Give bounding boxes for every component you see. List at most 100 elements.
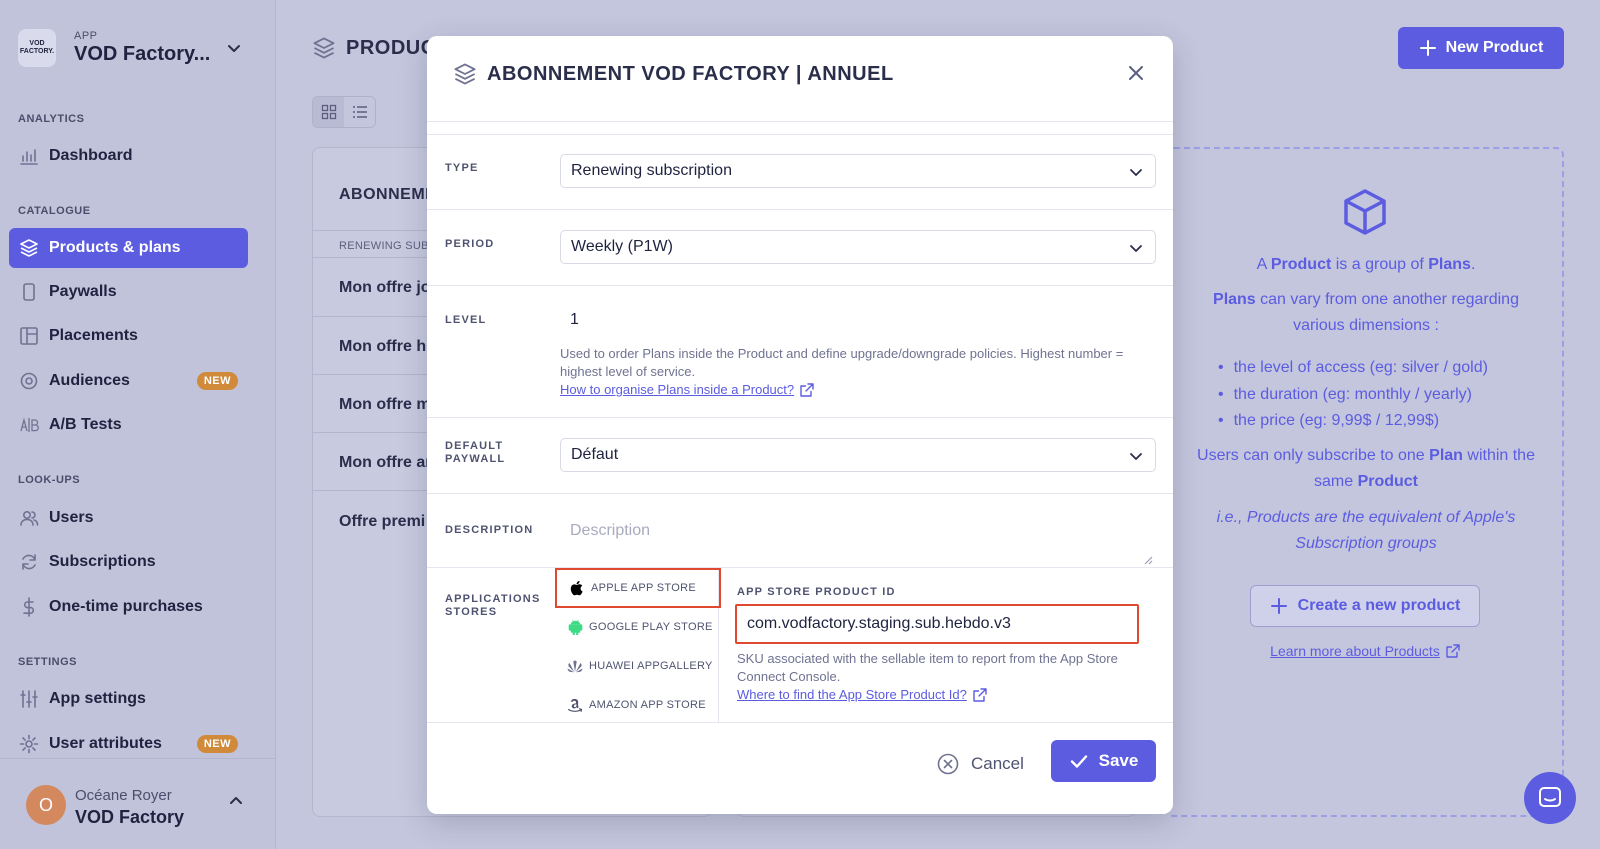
android-icon — [567, 619, 583, 635]
store-product-id-help: SKU associated with the sellable item to… — [737, 650, 1137, 704]
new-product-label: New Product — [1445, 39, 1544, 56]
sidebar-item-subscriptions[interactable]: Subscriptions — [9, 542, 248, 582]
app-name: VOD Factory... — [74, 43, 211, 65]
level-label: LEVEL — [445, 314, 487, 326]
store-tab-apple[interactable]: APPLE APP STORE — [555, 568, 721, 608]
new-badge: NEW — [196, 735, 238, 753]
external-link-icon — [973, 688, 987, 702]
info-bullets: the level of access (eg: silver / gold) … — [1218, 355, 1488, 435]
sidebar-item-audiences[interactable]: Audiences NEW — [9, 361, 248, 401]
sidebar-item-paywalls[interactable]: Paywalls — [9, 272, 248, 312]
sidebar-item-placements[interactable]: Placements — [9, 316, 248, 356]
store-help-link-label: Where to find the App Store Product Id? — [737, 687, 967, 702]
paywall-select[interactable]: Défaut — [560, 438, 1156, 472]
field-period: PERIOD Weekly (P1W) — [427, 210, 1173, 286]
plus-icon — [1270, 597, 1288, 615]
plus-icon — [1419, 39, 1437, 57]
sliders-icon — [18, 688, 40, 710]
new-product-button[interactable]: New Product — [1398, 27, 1564, 69]
store-tab-google[interactable]: GOOGLE PLAY STORE — [555, 607, 721, 647]
chat-launcher[interactable] — [1524, 772, 1576, 824]
description-textarea[interactable]: Description — [560, 504, 1156, 548]
dollar-icon — [18, 596, 40, 618]
plan-row[interactable]: Mon offre h — [339, 338, 426, 356]
view-toggle — [312, 96, 376, 128]
close-icon[interactable] — [1127, 64, 1145, 82]
chart-icon — [18, 145, 40, 167]
stores-label-line1: APPLICATIONS — [445, 593, 541, 605]
plan-row[interactable]: Offre premi — [339, 513, 425, 531]
user-name: Océane Royer — [75, 787, 172, 804]
info-text: is a group of — [1331, 256, 1429, 273]
huawei-icon — [567, 658, 583, 674]
sidebar-item-label: Placements — [49, 327, 138, 344]
chevron-down-icon — [1129, 241, 1143, 255]
grid-view-icon[interactable] — [313, 97, 344, 127]
app-switcher[interactable]: VOD FACTORY. APP VOD Factory... — [18, 24, 252, 72]
sidebar-item-ab-tests[interactable]: A/B Tests — [9, 405, 248, 445]
level-input[interactable]: 1 — [570, 311, 579, 329]
amazon-icon — [567, 697, 583, 713]
sidebar-item-dashboard[interactable]: Dashboard — [9, 136, 248, 176]
list-view-icon[interactable] — [344, 97, 375, 127]
sidebar-item-app-settings[interactable]: App settings — [9, 679, 248, 719]
layers-icon — [453, 62, 477, 86]
paywall-select-value: Défaut — [571, 446, 619, 463]
external-link-icon — [1446, 644, 1460, 658]
store-tab-huawei[interactable]: HUAWEI APPGALLERY — [555, 646, 721, 686]
store-tab-label: APPLE APP STORE — [591, 582, 696, 594]
ab-test-icon — [18, 414, 40, 436]
info-bullet: the duration (eg: monthly / yearly) — [1218, 382, 1488, 409]
user-org: VOD Factory — [75, 807, 185, 827]
plan-row[interactable]: Mon offre m — [339, 396, 431, 414]
user-menu[interactable]: O Océane Royer VOD Factory — [0, 758, 276, 849]
sidebar-item-label: One-time purchases — [49, 598, 203, 615]
sidebar-item-products[interactable]: Products & plans — [9, 228, 248, 268]
sidebar-item-one-time-purchases[interactable]: One-time purchases — [9, 587, 248, 627]
page-title-text: PRODUC — [346, 36, 436, 59]
stores-label-line2: STORES — [445, 606, 498, 618]
modal-title: ABONNEMENT VOD FACTORY | ANNUEL — [453, 62, 894, 86]
period-select[interactable]: Weekly (P1W) — [560, 230, 1156, 264]
field-description: DESCRIPTION Description — [427, 494, 1173, 568]
product-info-panel: A Product is a group of Plans. Plans can… — [1166, 147, 1564, 817]
chevron-down-icon[interactable] — [226, 40, 242, 56]
info-line-1: A Product is a group of Plans. — [1188, 252, 1544, 278]
store-tab-amazon[interactable]: AMAZON APP STORE — [555, 685, 721, 725]
sidebar-item-label: Audiences — [49, 372, 130, 389]
chat-icon — [1537, 785, 1563, 811]
product-card-title: ABONNEME — [339, 186, 437, 203]
target-icon — [18, 370, 40, 392]
edit-plan-modal: ABONNEMENT VOD FACTORY | ANNUEL TYPE Ren… — [427, 36, 1173, 814]
store-product-id-input[interactable]: com.vodfactory.staging.sub.hebdo.v3 — [735, 604, 1139, 644]
layers-icon — [312, 36, 336, 60]
type-select-value: Renewing subscription — [571, 162, 732, 179]
field-default-paywall: DEFAULT PAYWALL Défaut — [427, 418, 1173, 494]
avatar: O — [26, 785, 66, 825]
plan-row[interactable]: Mon offre jo — [339, 279, 431, 297]
learn-more-link[interactable]: Learn more about Products — [1168, 643, 1562, 659]
sidebar-item-label: A/B Tests — [49, 416, 122, 433]
level-help: Used to order Plans inside the Product a… — [560, 345, 1156, 399]
type-select[interactable]: Renewing subscription — [560, 154, 1156, 188]
create-product-button[interactable]: Create a new product — [1250, 585, 1480, 627]
period-label: PERIOD — [445, 238, 495, 250]
info-text-strong: Plans — [1213, 291, 1256, 308]
field-level: LEVEL 1 Used to order Plans inside the P… — [427, 286, 1173, 418]
section-analytics: ANALYTICS — [18, 113, 85, 125]
level-help-link[interactable]: How to organise Plans inside a Product? — [560, 381, 814, 399]
resize-grip-icon[interactable] — [1143, 555, 1153, 565]
chevron-up-icon[interactable] — [228, 793, 244, 809]
sidebar-item-users[interactable]: Users — [9, 498, 248, 538]
apple-icon — [569, 580, 585, 596]
phone-icon — [18, 281, 40, 303]
chevron-down-icon — [1129, 165, 1143, 179]
save-label: Save — [1098, 751, 1139, 770]
cancel-button[interactable]: Cancel — [937, 743, 1024, 785]
section-catalogue: CATALOGUE — [18, 205, 91, 217]
store-help-link[interactable]: Where to find the App Store Product Id? — [737, 686, 987, 704]
plan-row[interactable]: Mon offre ar — [339, 454, 431, 472]
sidebar-item-label: App settings — [49, 690, 146, 707]
sidebar-item-label: Paywalls — [49, 283, 117, 300]
save-button[interactable]: Save — [1051, 740, 1156, 782]
